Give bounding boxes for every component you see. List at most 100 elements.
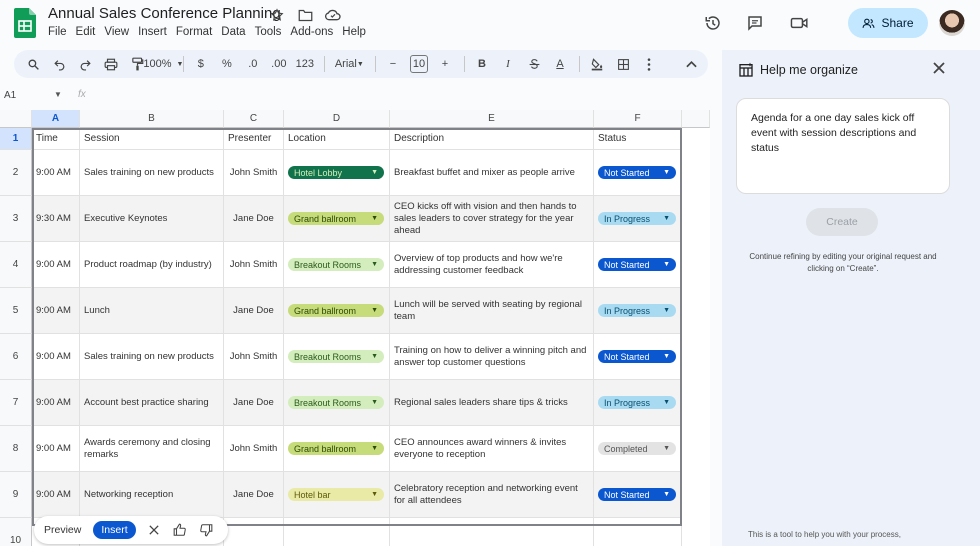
cell-status[interactable]: Not Started ▼ [594, 150, 682, 196]
status-chip[interactable]: Completed ▼ [598, 442, 676, 455]
fill-color-icon[interactable] [588, 53, 606, 75]
status-chip[interactable]: Not Started ▼ [598, 258, 676, 271]
status-chip[interactable]: In Progress ▼ [598, 396, 676, 409]
row-header-4[interactable]: 4 [0, 242, 32, 288]
cell-status[interactable]: Not Started ▼ [594, 472, 682, 518]
cell-description[interactable]: CEO kicks off with vision and then hands… [390, 196, 594, 242]
avatar[interactable] [939, 10, 965, 36]
status-chip[interactable]: Not Started ▼ [598, 488, 676, 501]
cell-status[interactable]: Completed ▼ [594, 426, 682, 472]
font-size-input[interactable]: 10 [410, 55, 428, 73]
cell-session[interactable]: Product roadmap (by industry) [80, 242, 224, 288]
redo-icon[interactable] [76, 53, 94, 75]
increase-decimal-button[interactable]: .00 [270, 53, 288, 75]
location-chip[interactable]: Grand ballroom ▼ [288, 212, 384, 225]
cell-presenter[interactable]: Jane Doe [224, 196, 284, 242]
row-header-9[interactable]: 9 [0, 472, 32, 518]
status-chip[interactable]: In Progress ▼ [598, 304, 676, 317]
preview-label[interactable]: Preview [44, 524, 81, 536]
menu-file[interactable]: File [48, 26, 72, 38]
column-header-b[interactable]: B [80, 110, 224, 128]
cell-location[interactable]: Hotel Lobby ▼ [284, 150, 390, 196]
header-cell-location[interactable]: Location [284, 128, 390, 150]
prompt-input[interactable]: Agenda for a one day sales kick off even… [736, 98, 950, 194]
name-box[interactable]: A1 [4, 90, 16, 101]
row-header-7[interactable]: 7 [0, 380, 32, 426]
zoom-select[interactable]: 100% ▼ [143, 53, 183, 75]
select-all-corner[interactable] [0, 110, 32, 128]
cell-location[interactable]: Grand ballroom ▼ [284, 288, 390, 334]
insert-button[interactable]: Insert [93, 521, 136, 539]
cell-presenter[interactable]: Jane Doe [224, 472, 284, 518]
cell-session[interactable]: Networking reception [80, 472, 224, 518]
cell-status[interactable]: In Progress ▼ [594, 196, 682, 242]
header-cell-presenter[interactable]: Presenter [224, 128, 284, 150]
menu-format[interactable]: Format [176, 26, 217, 38]
cell-presenter[interactable]: John Smith [224, 334, 284, 380]
bold-button[interactable]: B [473, 53, 491, 75]
cell-time[interactable]: 9:00 AM [32, 334, 80, 380]
empty-cell[interactable] [224, 518, 284, 546]
strikethrough-icon[interactable] [525, 53, 543, 75]
video-icon[interactable] [788, 12, 810, 34]
cell-location[interactable]: Breakout Rooms ▼ [284, 242, 390, 288]
cell-time[interactable]: 9:00 AM [32, 472, 80, 518]
row-header-3[interactable]: 3 [0, 196, 32, 242]
row-header-5[interactable]: 5 [0, 288, 32, 334]
font-select[interactable]: Arial ▼ [333, 53, 365, 75]
share-button[interactable]: Share [848, 8, 928, 38]
cell-location[interactable]: Hotel bar ▼ [284, 472, 390, 518]
cell-time[interactable]: 9:00 AM [32, 380, 80, 426]
menu-help[interactable]: Help [342, 26, 371, 38]
menu-edit[interactable]: Edit [76, 26, 101, 38]
header-cell-session[interactable]: Session [80, 128, 224, 150]
cell-description[interactable]: CEO announces award winners & invites ev… [390, 426, 594, 472]
cell-presenter[interactable]: Jane Doe [224, 288, 284, 334]
document-title[interactable]: Annual Sales Conference Planning [48, 5, 281, 22]
cell-session[interactable]: Lunch [80, 288, 224, 334]
decrease-decimal-button[interactable]: .0 [244, 53, 262, 75]
cloud-icon[interactable] [324, 6, 342, 24]
cell-time[interactable]: 9:00 AM [32, 288, 80, 334]
cell-location[interactable]: Breakout Rooms ▼ [284, 380, 390, 426]
number-format-button[interactable]: 123 [296, 53, 314, 75]
cell-description[interactable]: Breakfast buffet and mixer as people arr… [390, 150, 594, 196]
cell-session[interactable]: Executive Keynotes [80, 196, 224, 242]
close-icon[interactable] [932, 61, 950, 79]
cell-time[interactable]: 9:00 AM [32, 242, 80, 288]
cell-time[interactable]: 9:00 AM [32, 150, 80, 196]
header-cell-description[interactable]: Description [390, 128, 594, 150]
create-button[interactable]: Create [806, 208, 878, 236]
location-chip[interactable]: Breakout Rooms ▼ [288, 396, 384, 409]
row-header-1[interactable]: 1 [0, 128, 32, 150]
cell-presenter[interactable]: John Smith [224, 426, 284, 472]
column-header-a[interactable]: A [32, 110, 80, 128]
row-header-6[interactable]: 6 [0, 334, 32, 380]
cell-session[interactable]: Awards ceremony and closing remarks [80, 426, 224, 472]
row-header-8[interactable]: 8 [0, 426, 32, 472]
sheets-logo-icon[interactable] [14, 8, 36, 38]
more-icon[interactable] [640, 53, 658, 75]
percent-format-button[interactable]: % [218, 53, 236, 75]
cell-description[interactable]: Regional sales leaders share tips & tric… [390, 380, 594, 426]
cell-session[interactable]: Sales training on new products [80, 334, 224, 380]
cell-location[interactable]: Breakout Rooms ▼ [284, 334, 390, 380]
cell-time[interactable]: 9:00 AM [32, 426, 80, 472]
undo-icon[interactable] [50, 53, 68, 75]
print-icon[interactable] [102, 53, 120, 75]
text-color-button[interactable]: A [551, 53, 569, 75]
cell-location[interactable]: Grand ballroom ▼ [284, 426, 390, 472]
column-header-f[interactable]: F [594, 110, 682, 128]
menu-view[interactable]: View [104, 26, 134, 38]
star-icon[interactable] [268, 6, 286, 24]
italic-button[interactable]: I [499, 53, 517, 75]
header-cell-status[interactable]: Status [594, 128, 682, 150]
cell-presenter[interactable]: John Smith [224, 150, 284, 196]
thumbs-up-icon[interactable] [172, 522, 188, 538]
status-chip[interactable]: Not Started ▼ [598, 166, 676, 179]
comment-icon[interactable] [744, 12, 766, 34]
location-chip[interactable]: Grand ballroom ▼ [288, 442, 384, 455]
location-chip[interactable]: Breakout Rooms ▼ [288, 258, 384, 271]
column-header-e[interactable]: E [390, 110, 594, 128]
location-chip[interactable]: Breakout Rooms ▼ [288, 350, 384, 363]
